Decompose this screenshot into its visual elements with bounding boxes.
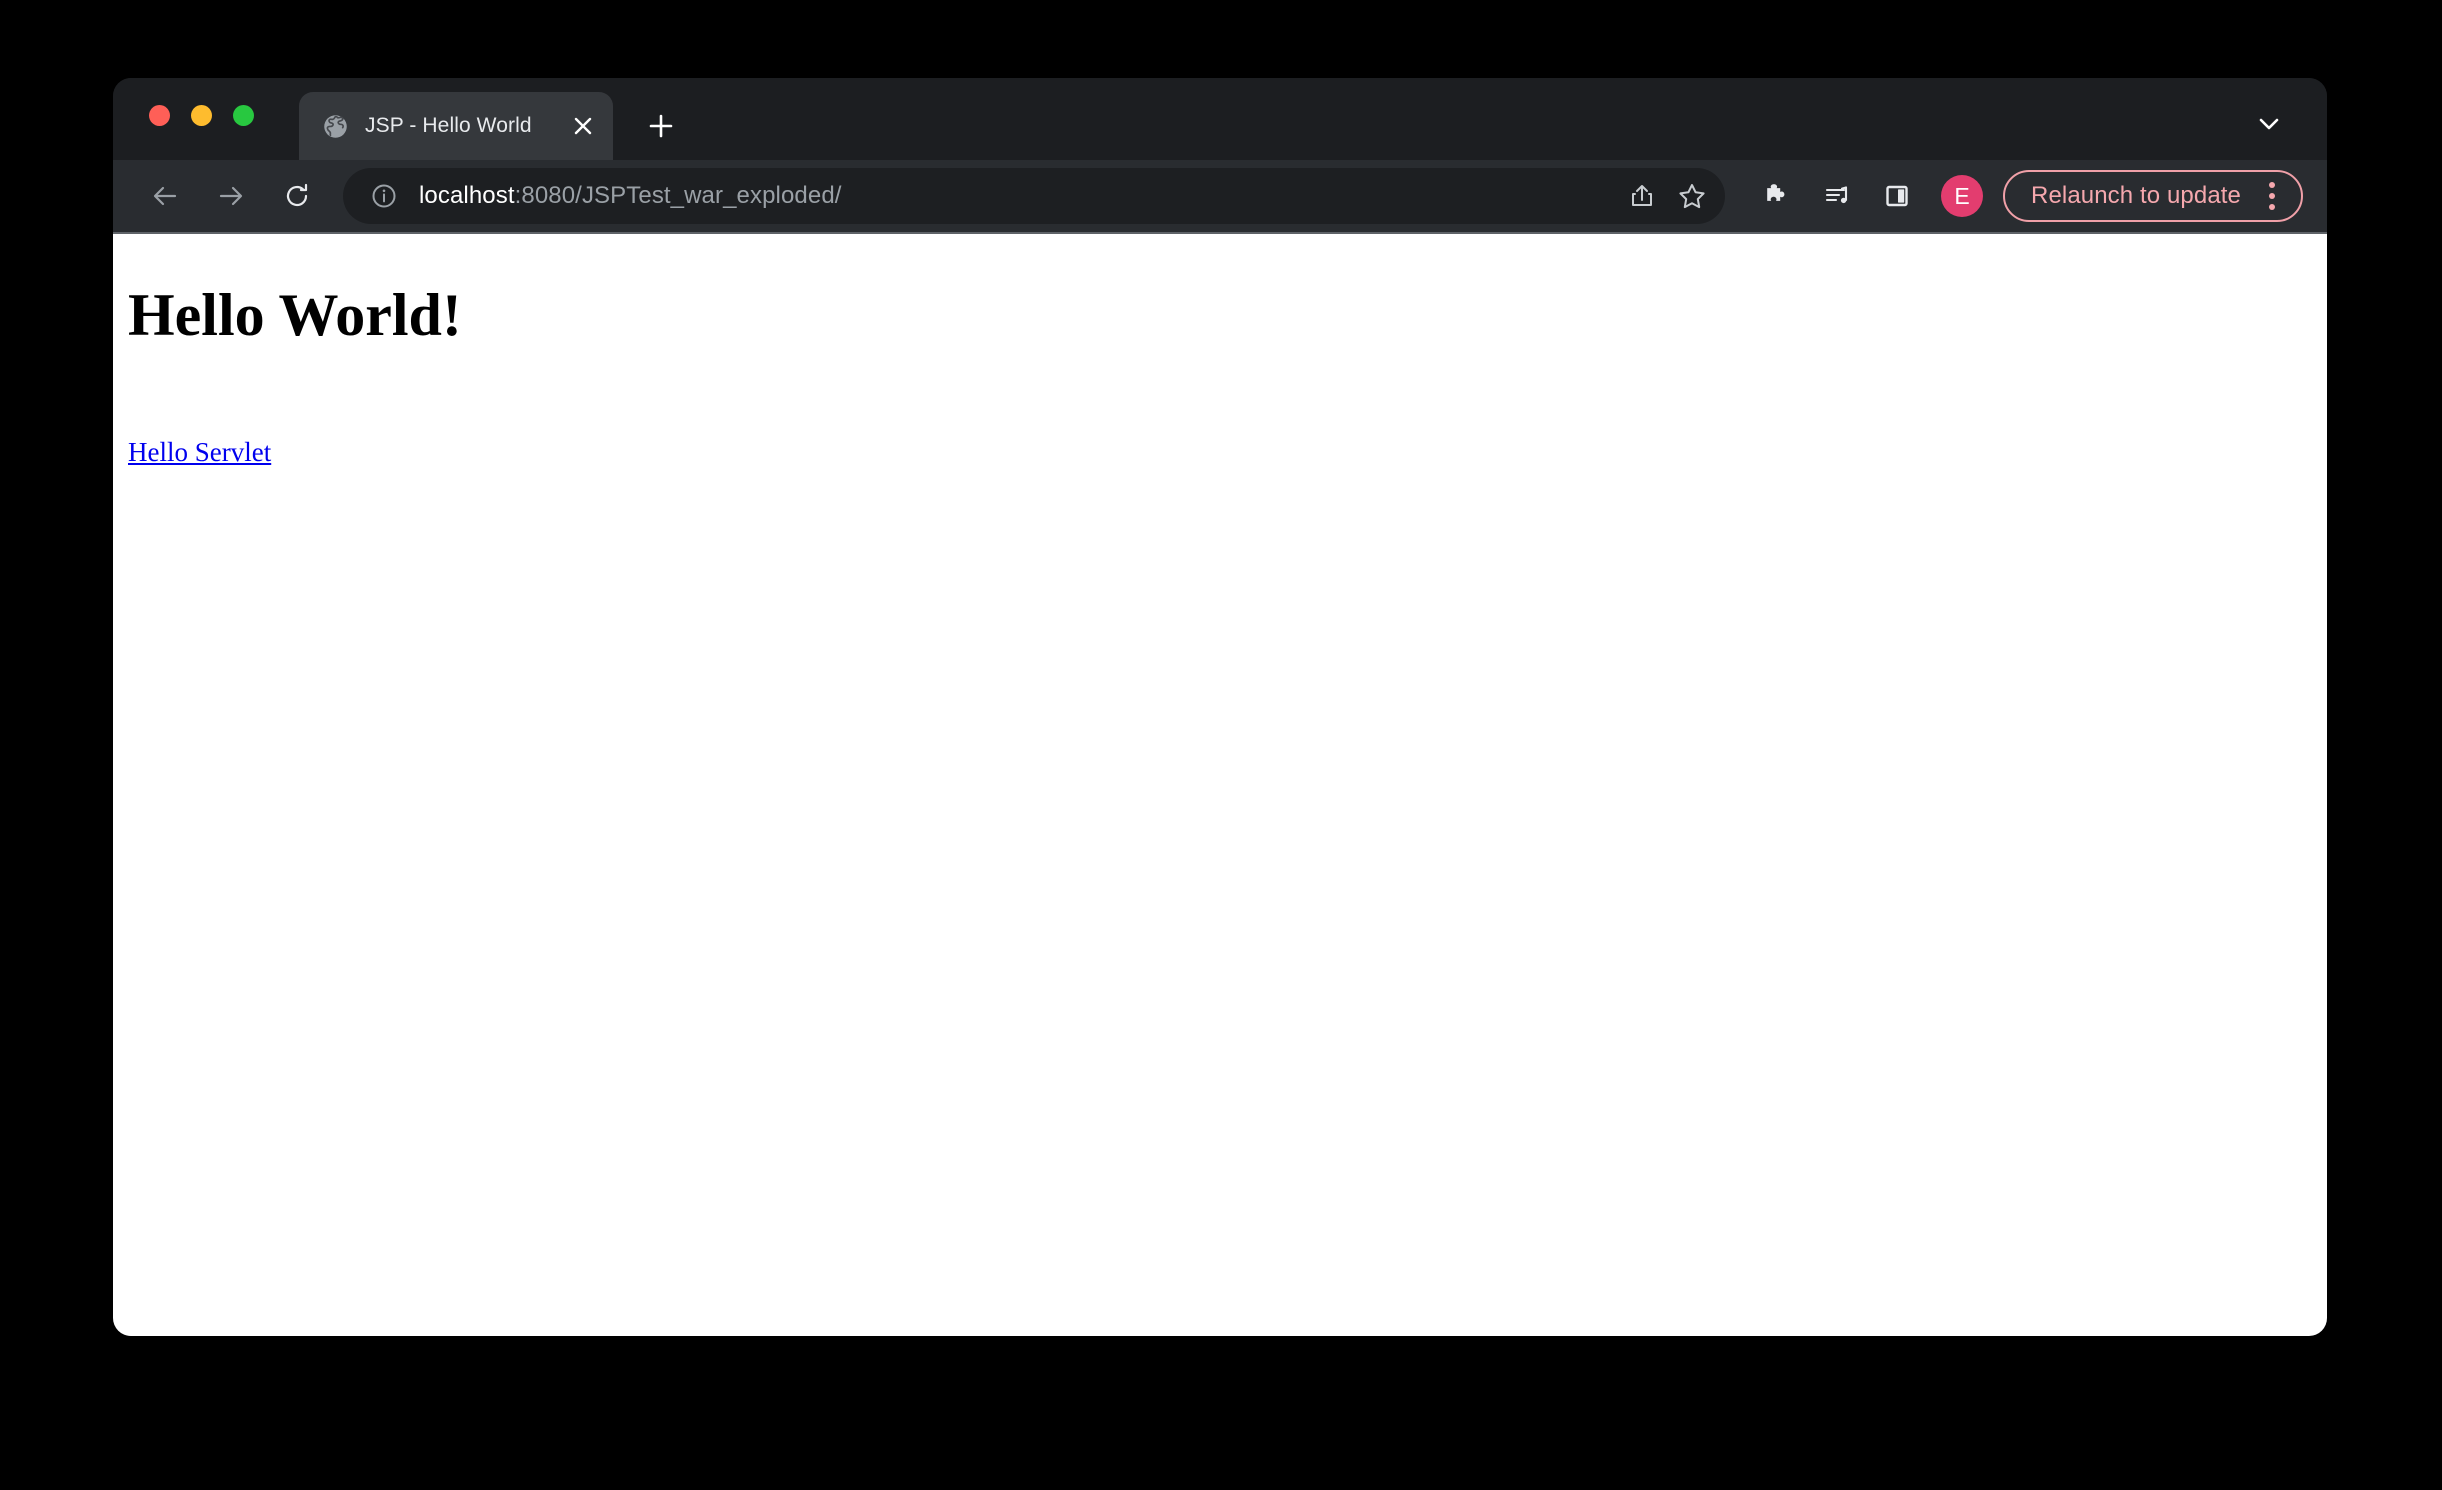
forward-button[interactable] <box>205 170 257 222</box>
new-tab-button[interactable] <box>635 100 687 152</box>
arrow-left-icon <box>153 186 177 206</box>
media-playlist-icon <box>1825 186 1848 204</box>
window-maximize-button[interactable] <box>233 105 254 126</box>
omnibox-actions <box>1617 171 1717 221</box>
page-viewport: Hello World! Hello Servlet <box>113 234 2327 1336</box>
plus-icon <box>649 114 673 138</box>
address-bar[interactable]: localhost:8080/JSPTest_war_exploded/ <box>343 168 1726 224</box>
url-text[interactable]: localhost:8080/JSPTest_war_exploded/ <box>419 182 1609 210</box>
site-info-button[interactable] <box>365 177 403 215</box>
close-icon <box>574 117 592 135</box>
side-panel-icon <box>1886 185 1908 207</box>
toolbar-actions: E Relaunch to update <box>1743 170 2303 222</box>
three-dots-vertical-icon <box>2269 182 2275 188</box>
url-host: localhost <box>419 182 515 209</box>
window-minimize-button[interactable] <box>191 105 212 126</box>
profile-avatar[interactable]: E <box>1941 175 1984 217</box>
page-title: Hello World! <box>128 282 462 348</box>
info-circle-icon <box>372 184 396 208</box>
tab-strip: JSP - Hello World <box>113 78 2327 160</box>
bookmark-button[interactable] <box>1667 171 1717 221</box>
window-close-button[interactable] <box>149 105 170 126</box>
url-path: :8080/JSPTest_war_exploded/ <box>514 182 842 209</box>
tab-close-button[interactable] <box>565 108 601 144</box>
relaunch-label: Relaunch to update <box>2031 182 2241 209</box>
extensions-button[interactable] <box>1751 170 1803 222</box>
share-button[interactable] <box>1617 171 1667 221</box>
globe-icon <box>324 114 347 138</box>
chevron-down-icon <box>2259 118 2279 130</box>
puzzle-icon <box>1767 184 1785 201</box>
tabs-container: JSP - Hello World <box>299 92 687 160</box>
window-traffic-lights <box>149 105 254 126</box>
share-icon <box>1632 185 1653 206</box>
media-control-button[interactable] <box>1811 170 1863 222</box>
reload-icon <box>286 183 308 207</box>
side-panel-button[interactable] <box>1871 170 1923 222</box>
browser-tab[interactable]: JSP - Hello World <box>299 92 613 160</box>
relaunch-to-update-button[interactable]: Relaunch to update <box>2003 170 2303 222</box>
tab-title: JSP - Hello World <box>365 114 532 137</box>
hello-servlet-link[interactable]: Hello Servlet <box>128 436 271 468</box>
profile-initial: E <box>1954 182 1970 209</box>
back-button[interactable] <box>139 170 191 222</box>
browser-toolbar: localhost:8080/JSPTest_war_exploded/ E R… <box>113 160 2327 234</box>
arrow-right-icon <box>219 186 243 206</box>
star-icon <box>1679 184 1705 209</box>
reload-button[interactable] <box>271 170 323 222</box>
browser-menu-button[interactable] <box>2255 176 2289 216</box>
menu-dot <box>2269 204 2275 210</box>
tab-search-button[interactable] <box>2247 102 2291 146</box>
menu-dot <box>2269 193 2275 199</box>
browser-window: JSP - Hello World localhost:8080/JSPTest… <box>113 78 2327 1336</box>
